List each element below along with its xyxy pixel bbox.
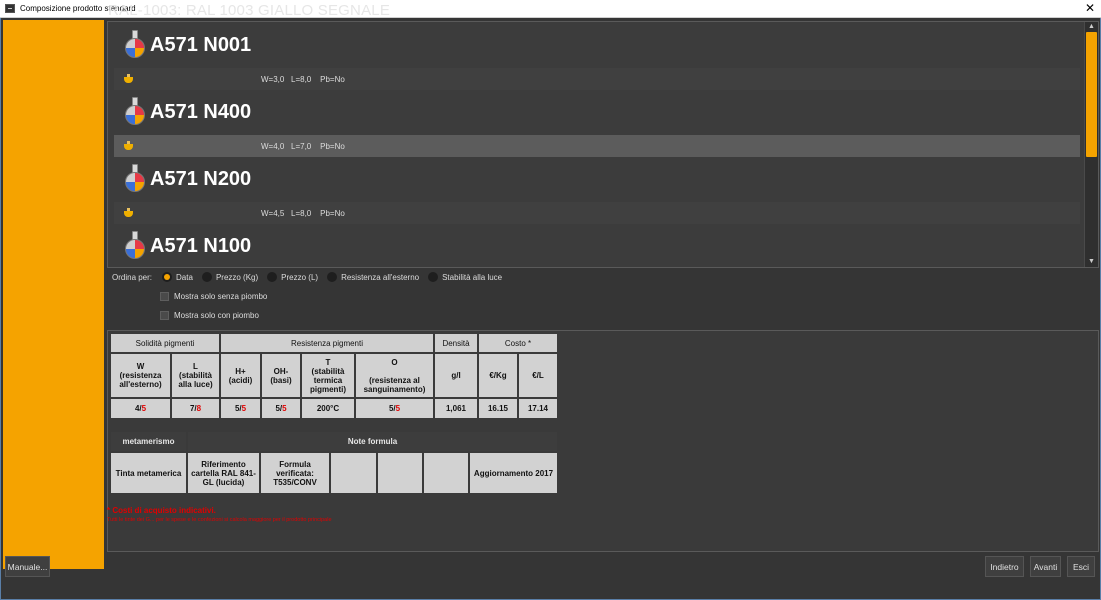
scroll-thumb[interactable] — [1086, 32, 1097, 157]
sort-options: Ordina per: Data Prezzo (Kg) Prezzo (L) … — [112, 272, 511, 282]
note-formula-verified: Formula verificata: T535/CONV — [261, 453, 329, 493]
back-button[interactable]: Indietro — [985, 556, 1024, 577]
value-w: 4/5 — [111, 399, 170, 418]
filter-with-lead-checkbox[interactable]: Mostra solo con piombo — [160, 311, 259, 320]
value-h: 5/5 — [221, 399, 260, 418]
sort-label: Ordina per: — [112, 272, 153, 282]
value-gl: 1,061 — [435, 399, 477, 418]
sort-radio-price-l[interactable]: Prezzo (L) — [267, 272, 318, 282]
value-t: 200°C — [302, 399, 354, 418]
product-meta: W=3,0 L=8,0 Pb=No — [261, 74, 345, 84]
page-title: RAL-1003: RAL 1003 GIALLO SEGNALE — [108, 2, 391, 19]
product-code: A571 N200 — [150, 167, 252, 190]
product-meta-row-selected[interactable]: W=4,0 L=7,0 Pb=No — [114, 135, 1080, 157]
flask-small-icon — [124, 141, 134, 151]
note-empty — [424, 453, 468, 493]
list-item[interactable]: A571 N200 W=4,5 L=8,0 Pb=No — [108, 156, 1098, 224]
flask-icon — [124, 30, 146, 60]
note-ral-reference: Riferimento cartella RAL 841-GL (lucida) — [188, 453, 259, 493]
flask-small-icon — [124, 208, 134, 218]
value-l: 7/8 — [172, 399, 219, 418]
manual-button[interactable]: Manuale... — [5, 556, 50, 577]
notes-header: Note formula — [188, 432, 557, 451]
note-update: Aggiornamento 2017 — [470, 453, 557, 493]
cost-footnote: * Costi di acquisto indicativi. — [107, 506, 216, 515]
value-ekg: 16.15 — [479, 399, 517, 418]
col-el: €/L — [519, 354, 557, 397]
col-oh: OH- (basi) — [262, 354, 300, 397]
col-t: T (stabilità termica pigmenti) — [302, 354, 354, 397]
group-densita: Densità — [435, 334, 477, 352]
exit-button[interactable]: Esci — [1067, 556, 1095, 577]
note-empty — [331, 453, 376, 493]
product-list[interactable]: A571 N001 W=3,0 L=8,0 Pb=No A571 N400 W=… — [107, 21, 1099, 268]
list-scrollbar[interactable]: ▲ ▼ — [1084, 22, 1098, 267]
next-button[interactable]: Avanti — [1030, 556, 1061, 577]
col-l: L (stabilità alla luce) — [172, 354, 219, 397]
app-icon — [5, 4, 15, 13]
product-meta-row[interactable]: W=3,0 L=8,0 Pb=No — [114, 68, 1080, 90]
list-item[interactable]: A571 N400 W=4,0 L=7,0 Pb=No — [108, 89, 1098, 157]
value-o: 5/5 — [356, 399, 433, 418]
list-item[interactable]: A571 N001 W=3,0 L=8,0 Pb=No — [108, 22, 1098, 90]
product-meta: W=4,0 L=7,0 Pb=No — [261, 141, 345, 151]
col-h: H+ (acidi) — [221, 354, 260, 397]
filter-no-lead-checkbox[interactable]: Mostra solo senza piombo — [160, 292, 267, 301]
col-o: O (resistenza al sanguinamento) — [356, 354, 433, 397]
note-empty — [378, 453, 422, 493]
flask-icon — [124, 97, 146, 127]
list-item[interactable]: A571 N100 — [108, 223, 1098, 267]
product-meta-row[interactable]: W=4,5 L=8,0 Pb=No — [114, 202, 1080, 224]
product-code: A571 N100 — [150, 234, 252, 257]
group-resistenza: Resistenza pigmenti — [221, 334, 433, 352]
product-code: A571 N001 — [150, 33, 252, 56]
metamerism-value: Tinta metamerica — [111, 453, 186, 493]
value-el: 17.14 — [519, 399, 557, 418]
color-swatch-sidebar — [3, 20, 104, 569]
product-meta: W=4,5 L=8,0 Pb=No — [261, 208, 345, 218]
sort-radio-weather[interactable]: Resistenza all'esterno — [327, 272, 419, 282]
scroll-down-icon[interactable]: ▼ — [1085, 257, 1098, 267]
col-w: W (resistenza all'esterno) — [111, 354, 170, 397]
metamerism-header: metamerismo — [111, 432, 186, 451]
flask-icon — [124, 231, 146, 261]
col-ekg: €/Kg — [479, 354, 517, 397]
group-costo: Costo * — [479, 334, 557, 352]
cost-footnote-detail: Tutti le tinte dei G... per le spese e l… — [107, 517, 332, 523]
sort-radio-date[interactable]: Data — [162, 272, 193, 282]
sort-radio-light[interactable]: Stabilità alla luce — [428, 272, 502, 282]
flask-icon — [124, 164, 146, 194]
sort-radio-price-kg[interactable]: Prezzo (Kg) — [201, 272, 258, 282]
value-oh: 5/5 — [262, 399, 300, 418]
close-icon[interactable]: ✕ — [1085, 1, 1095, 15]
scroll-up-icon[interactable]: ▲ — [1085, 22, 1098, 32]
group-solidita: Solidità pigmenti — [111, 334, 219, 352]
flask-small-icon — [124, 74, 134, 84]
col-gl: g/l — [435, 354, 477, 397]
product-code: A571 N400 — [150, 100, 252, 123]
